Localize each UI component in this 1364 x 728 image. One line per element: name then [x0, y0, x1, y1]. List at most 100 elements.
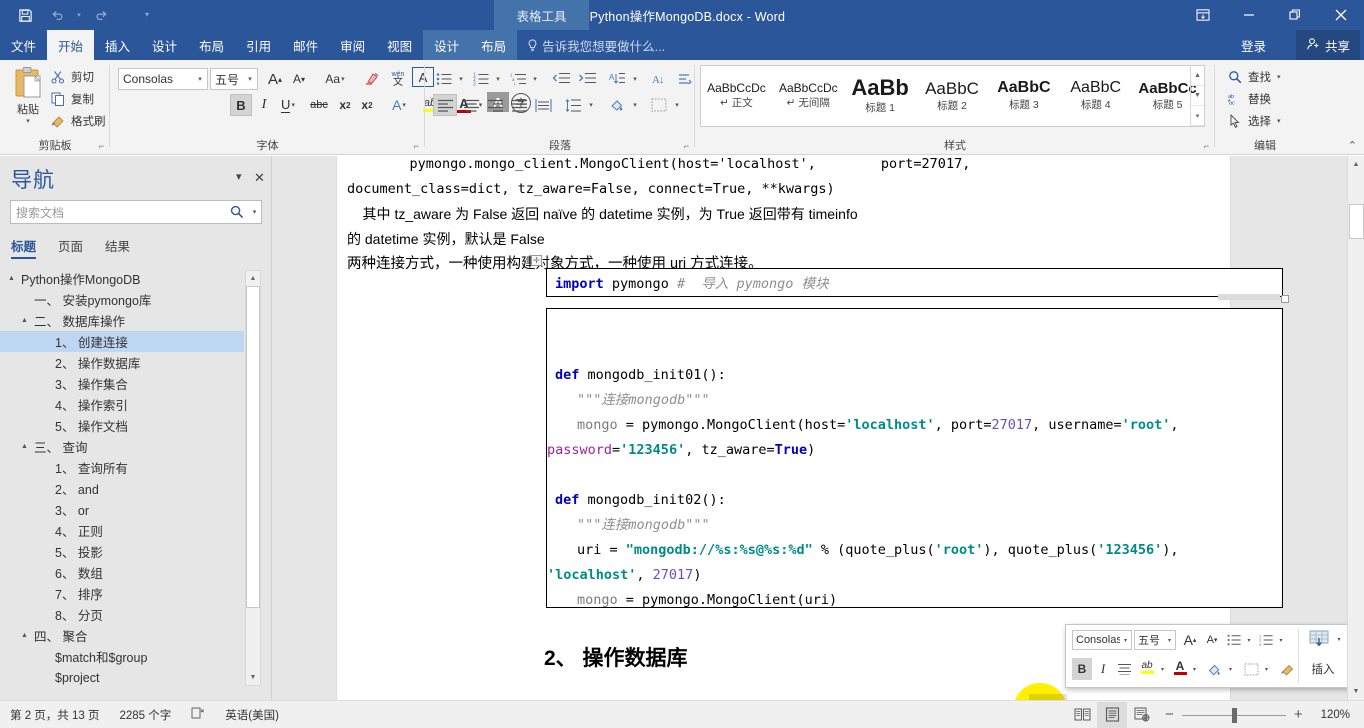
- tab-mailings[interactable]: 邮件: [282, 30, 329, 60]
- tab-design[interactable]: 设计: [141, 30, 188, 60]
- document-scrollbar[interactable]: ▲ ▼: [1347, 156, 1364, 700]
- mini-bullets-dropdown-icon[interactable]: ▾: [1244, 629, 1254, 651]
- insert-cells-button[interactable]: [1306, 628, 1334, 650]
- view-read-mode-button[interactable]: [1067, 702, 1097, 728]
- restore-icon[interactable]: [1272, 0, 1318, 30]
- show-formatting-marks-button[interactable]: A ↓: [647, 68, 671, 90]
- subscript-button[interactable]: x2: [334, 94, 356, 116]
- mini-numbering-button[interactable]: 123: [1256, 629, 1276, 651]
- twisty-icon[interactable]: ▲: [21, 443, 34, 450]
- shrink-font-button[interactable]: A ▾: [288, 68, 310, 90]
- nav-item-query[interactable]: ▲ 三、 查询: [0, 436, 244, 457]
- navigation-pane-close-icon[interactable]: ✕: [254, 170, 265, 186]
- mini-format-painter-button[interactable]: [1276, 658, 1298, 680]
- select-button[interactable]: 选择 ▾: [1227, 110, 1281, 132]
- select-dropdown-icon[interactable]: ▾: [1277, 117, 1281, 125]
- style-item-heading4[interactable]: AaBbC 标题 4: [1060, 66, 1133, 126]
- mini-borders-dropdown-icon[interactable]: ▾: [1262, 658, 1271, 680]
- nav-item-sort[interactable]: 7、 排序: [0, 583, 244, 604]
- search-icon[interactable]: [226, 205, 248, 219]
- customize-qat-chevron-down-icon[interactable]: ▾: [132, 1, 162, 29]
- multilevel-list-button[interactable]: 1ai: [507, 68, 529, 90]
- nav-tab-pages[interactable]: 页面: [58, 236, 83, 259]
- phonetic-guide-button[interactable]: wén 文: [386, 68, 410, 90]
- scroll-up-icon[interactable]: ▲: [246, 271, 260, 286]
- code-table-import[interactable]: import pymongo # 导入 pymongo 模块: [546, 268, 1283, 297]
- undo-icon[interactable]: [42, 1, 72, 29]
- bold-button[interactable]: B: [230, 94, 252, 116]
- justify-button[interactable]: [507, 94, 531, 116]
- tell-me-box[interactable]: 告诉我您想要做什么...: [517, 30, 673, 60]
- nav-item-operate-document[interactable]: 5、 操作文档: [0, 415, 244, 436]
- superscript-button[interactable]: x2: [356, 94, 378, 116]
- shading-dropdown-icon[interactable]: ▾: [629, 94, 640, 116]
- mini-bold-button[interactable]: B: [1072, 658, 1092, 680]
- mini-bullets-button[interactable]: [1224, 629, 1244, 651]
- borders-dropdown-icon[interactable]: ▾: [671, 94, 682, 116]
- shading-button[interactable]: [605, 94, 629, 116]
- navigation-pane-options-icon[interactable]: ▾: [236, 170, 242, 183]
- tab-table-layout[interactable]: 布局: [470, 30, 518, 60]
- styles-gallery-scrollbar[interactable]: ▲ ▼ ▾: [1190, 66, 1204, 126]
- mini-font-color-dropdown-icon[interactable]: ▾: [1190, 658, 1199, 680]
- table-resize-handle[interactable]: [1281, 295, 1289, 303]
- mini-highlight-dropdown-icon[interactable]: ▾: [1158, 658, 1167, 680]
- tab-references[interactable]: 引用: [235, 30, 282, 60]
- font-family-combo[interactable]: Consolas ▾: [118, 68, 208, 90]
- tab-insert[interactable]: 插入: [94, 30, 141, 60]
- proofing-status[interactable]: [181, 701, 215, 728]
- font-dialog-launcher[interactable]: ⌐: [411, 141, 422, 152]
- code-table-connections[interactable]: def mongodb_init01(): """连接mongodb""" mo…: [546, 308, 1283, 608]
- zoom-out-button[interactable]: −: [1157, 701, 1182, 728]
- nav-tab-results[interactable]: 结果: [105, 236, 130, 259]
- italic-button[interactable]: I: [254, 94, 274, 116]
- gallery-scroll-up-icon[interactable]: ▲: [1191, 66, 1204, 86]
- navigation-scrollbar[interactable]: ▲ ▼: [245, 270, 261, 686]
- styles-dialog-launcher[interactable]: ⌐: [1201, 141, 1212, 152]
- nav-item-install-pymongo[interactable]: 一、 安装pymongo库: [0, 289, 244, 310]
- paste-dropdown-icon[interactable]: ▾: [26, 117, 30, 125]
- tab-layout[interactable]: 布局: [188, 30, 235, 60]
- document-page[interactable]: pymongo.mongo_client.MongoClient(host='l…: [336, 156, 1347, 700]
- nav-item-match-group[interactable]: $match和$group: [0, 646, 244, 667]
- document-canvas[interactable]: pymongo.mongo_client.MongoClient(host='l…: [272, 156, 1347, 700]
- style-item-body[interactable]: AaBbCcDc ↵ 正文: [701, 66, 773, 126]
- nav-item-query-all[interactable]: 1、 查询所有: [0, 457, 244, 478]
- find-dropdown-icon[interactable]: ▾: [1277, 73, 1281, 81]
- align-left-button[interactable]: [433, 94, 457, 116]
- underline-button[interactable]: U ▾: [276, 94, 300, 116]
- nav-item-regex[interactable]: 4、 正则: [0, 520, 244, 541]
- nav-item-db-ops[interactable]: ▲ 二、 数据库操作: [0, 310, 244, 331]
- align-center-button[interactable]: [459, 94, 483, 116]
- scroll-down-icon[interactable]: ▼: [1348, 683, 1364, 700]
- format-painter-button[interactable]: 格式刷: [50, 110, 106, 132]
- insert-dropdown-icon[interactable]: ▾: [1334, 628, 1344, 650]
- style-item-heading1[interactable]: AaBb 标题 1: [845, 66, 917, 126]
- chevron-down-icon[interactable]: ▾: [193, 75, 207, 83]
- clear-formatting-button[interactable]: [360, 68, 384, 90]
- ribbon-display-options-icon[interactable]: [1180, 0, 1226, 30]
- page-indicator[interactable]: 第 2 页，共 13 页: [0, 701, 109, 728]
- nav-item-or[interactable]: 3、 or: [0, 499, 244, 520]
- multilevel-dropdown-icon[interactable]: ▾: [529, 68, 540, 90]
- style-item-no-spacing[interactable]: AaBbCcDc ↵ 无间隔: [773, 66, 845, 126]
- view-print-layout-button[interactable]: [1097, 701, 1128, 728]
- line-spacing-dropdown-icon[interactable]: ▾: [585, 94, 596, 116]
- numbering-button[interactable]: 123: [470, 68, 492, 90]
- sort-button[interactable]: A: [605, 68, 629, 90]
- close-icon[interactable]: [1318, 0, 1364, 30]
- redo-icon[interactable]: [86, 1, 116, 29]
- share-button[interactable]: 共享: [1295, 30, 1360, 60]
- bullets-button[interactable]: [433, 68, 455, 90]
- nav-item-aggregation[interactable]: ▲ 四、 聚合: [0, 625, 244, 646]
- tab-review[interactable]: 审阅: [329, 30, 376, 60]
- change-case-button[interactable]: Aa ▾: [318, 68, 352, 90]
- zoom-in-button[interactable]: +: [1286, 701, 1311, 728]
- mini-font-color-button[interactable]: A: [1170, 656, 1190, 678]
- insert-label[interactable]: 插入: [1306, 658, 1340, 680]
- mini-shading-dropdown-icon[interactable]: ▾: [1226, 658, 1235, 680]
- nav-item-python-mongodb[interactable]: ▲ Python操作MongoDB: [0, 268, 244, 289]
- align-right-button[interactable]: [483, 94, 507, 116]
- scrollbar-thumb[interactable]: [246, 286, 260, 608]
- gallery-scroll-down-icon[interactable]: ▼: [1191, 86, 1204, 106]
